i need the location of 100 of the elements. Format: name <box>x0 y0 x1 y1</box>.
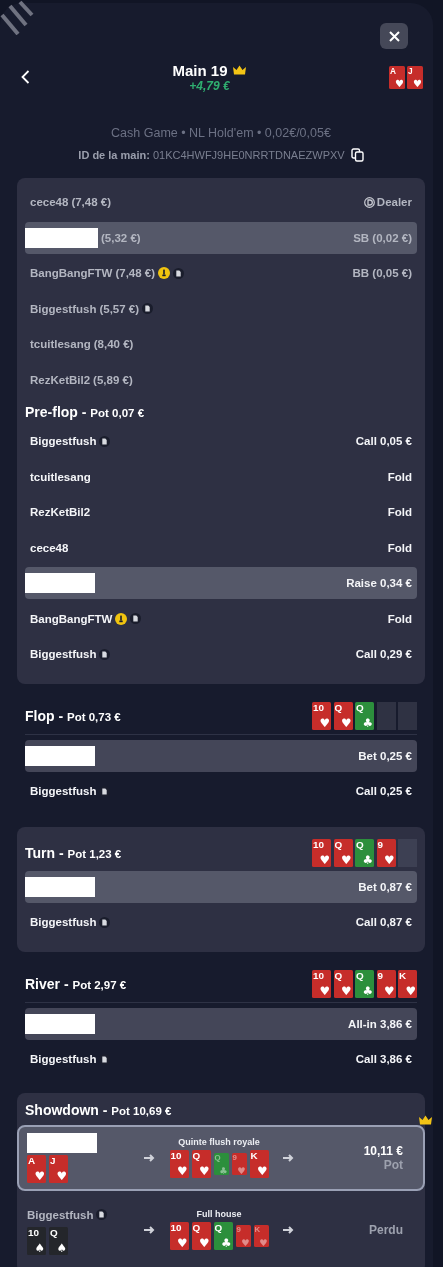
street-title: River - Pot 2,97 € <box>25 975 127 992</box>
playing-card: Q ♠ <box>49 1226 68 1255</box>
hand-id: ID de la main: 01KC4HWFJ9HE0NRRTDNAEZWPXV <box>78 149 345 161</box>
action-label: Fold <box>387 541 412 554</box>
playing-card: 9 ♥ <box>376 838 396 867</box>
street-title: Pre-flop - Pot 0,07 € <box>25 404 145 420</box>
player-name: RezKetBil2 <box>30 373 91 386</box>
stack-amount: (7,48 €) <box>71 196 111 208</box>
playing-card: A ♥ <box>27 1154 46 1183</box>
player-name: tcuitlesang <box>30 470 91 483</box>
playing-card: Q ♥ <box>333 838 353 867</box>
playing-card: 10 ♥ <box>169 1150 189 1178</box>
note-icon[interactable] <box>130 613 142 624</box>
action-label: Bet 0,25 € <box>358 749 412 762</box>
player-name: Biggestfush <box>30 302 97 315</box>
player-name: Biggestfush <box>30 785 97 797</box>
crown-icon <box>231 65 247 75</box>
playing-card: Q ♣ <box>355 701 374 730</box>
street-title: Flop - Pot 0,73 € <box>25 707 121 724</box>
action-label: Fold <box>387 506 412 518</box>
player-name: BangBangFTW <box>30 267 113 279</box>
playing-card: Q ♥ <box>191 1150 211 1178</box>
playing-card: Q ♣ <box>355 838 374 867</box>
note-icon[interactable] <box>96 1209 108 1220</box>
redaction-block <box>25 573 95 593</box>
winner-crown-icon <box>418 1114 433 1125</box>
playing-card: 9 ♥ <box>376 969 396 998</box>
playing-card: Q ♥ <box>333 969 353 998</box>
playing-card: 10 ♠ <box>27 1226 46 1255</box>
street-title: Showdown - Pot 10,69 € <box>25 1101 172 1118</box>
action-label: All-in 3,86 € <box>348 1017 412 1030</box>
playing-card: J ♥ <box>49 1154 68 1183</box>
position-label: Dealer <box>376 196 412 208</box>
action-label: Call 3,86 € <box>355 1053 412 1065</box>
redaction-block <box>27 1132 97 1153</box>
action-label: Call 0,87 € <box>355 916 412 928</box>
empty-card-slot <box>398 701 417 730</box>
player-name: BangBangFTW <box>30 612 113 625</box>
copy-icon[interactable] <box>350 148 364 162</box>
arrow-icon <box>143 1153 156 1162</box>
player-name: cece48 <box>30 541 69 554</box>
playing-card: 10 ♥ <box>312 838 331 867</box>
stack-amount: (8,40 €) <box>93 338 134 350</box>
street-title: Turn - Pot 1,23 € <box>25 844 122 861</box>
dealer-chip-icon <box>363 196 375 208</box>
playing-card: K ♥ <box>249 1150 269 1178</box>
back-icon[interactable] <box>21 70 30 84</box>
hand-rank-label: Quinte flush royale <box>177 1137 261 1147</box>
action-label: Raise 0,34 € <box>346 577 412 589</box>
player-name: Biggestfush <box>27 1208 94 1221</box>
stack-amount: (5,89 €) <box>93 373 133 386</box>
playing-card: Q ♣ <box>355 969 374 998</box>
info-icon[interactable] <box>115 612 128 625</box>
hand-title: Main 19 <box>172 61 228 79</box>
win-amount: 10,11 € <box>363 1143 403 1158</box>
playing-card: Q ♥ <box>333 701 353 730</box>
action-label: Call 0,25 € <box>355 785 412 797</box>
hand-result: +4,79 € <box>189 78 230 93</box>
game-info: Cash Game • NL Hold'em • 0,02€/0,05€ <box>110 126 332 140</box>
note-icon[interactable] <box>99 916 111 928</box>
playing-card: 10 ♥ <box>169 1222 189 1250</box>
note-icon[interactable] <box>142 303 154 314</box>
action-label: Call 0,05 € <box>355 435 412 447</box>
note-icon[interactable] <box>99 435 111 447</box>
player-name: cece48 <box>30 196 69 208</box>
empty-card-slot <box>376 701 396 730</box>
player-name: Biggestfush <box>30 435 97 447</box>
info-icon[interactable] <box>158 267 171 279</box>
action-label: Bet 0,87 € <box>358 880 412 893</box>
player-name: RezKetBil2 <box>30 506 91 518</box>
position-label: SB (0,02 €) <box>353 231 412 244</box>
note-icon[interactable] <box>173 267 185 279</box>
player-name: Biggestfush <box>30 648 97 660</box>
player-name: Biggestfush <box>30 916 97 928</box>
playing-card: Q ♥ <box>191 1222 211 1250</box>
action-label: Fold <box>387 470 412 483</box>
arrow-icon <box>282 1153 295 1162</box>
playing-card: K ♥ <box>398 969 417 998</box>
action-label: Fold <box>387 612 412 625</box>
action-label: Call 0,29 € <box>355 648 412 660</box>
result-label: Pot <box>383 1157 403 1172</box>
hand-rank-label: Full house <box>195 1209 243 1219</box>
player-name: Biggestfush <box>30 1053 97 1065</box>
playing-card: 10 ♥ <box>312 701 331 730</box>
close-button[interactable] <box>380 23 408 49</box>
corner-stripes-drawing <box>0 0 34 35</box>
stack-amount: (5,32 €) <box>101 231 141 244</box>
arrow-icon <box>282 1225 295 1234</box>
note-icon[interactable] <box>99 648 111 660</box>
redaction-block <box>25 745 95 766</box>
position-label: BB (0,05 €) <box>352 267 412 279</box>
result-label: Perdu <box>369 1222 403 1237</box>
playing-card: Q ♣ <box>213 1222 233 1250</box>
redaction-block <box>25 876 95 897</box>
close-icon <box>388 30 400 42</box>
arrow-icon <box>143 1225 156 1234</box>
playing-card: A ♥ <box>389 65 405 89</box>
playing-card: J ♥ <box>407 65 423 89</box>
redaction-block <box>25 1013 95 1034</box>
playing-card: 10 ♥ <box>312 969 331 998</box>
